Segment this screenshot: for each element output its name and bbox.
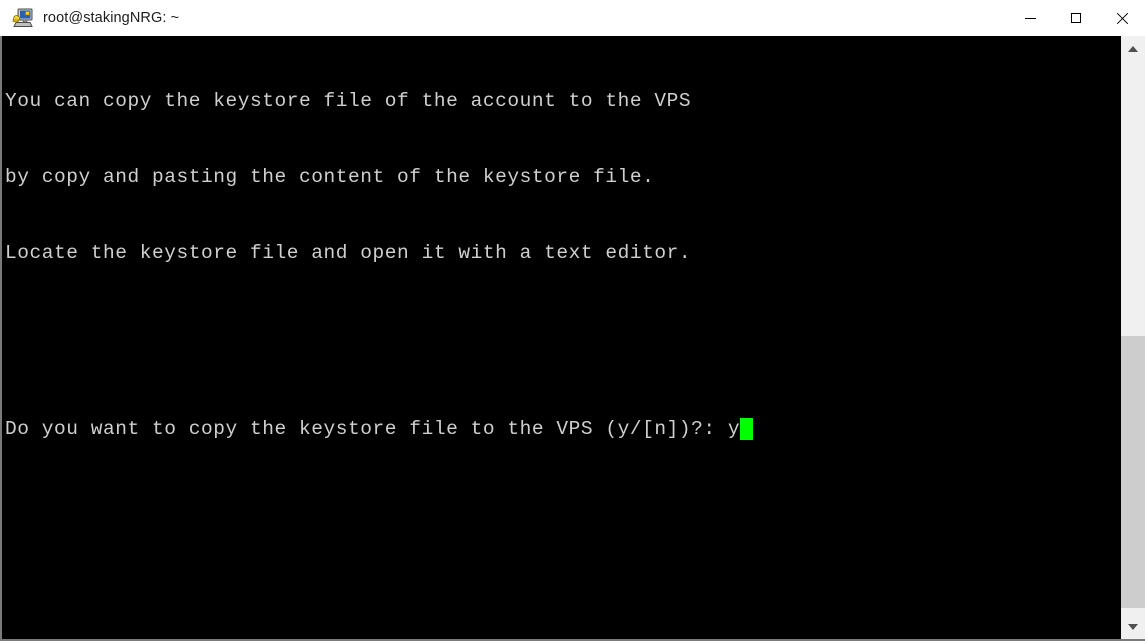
close-button[interactable]: [1099, 0, 1145, 36]
scroll-down-button[interactable]: [1121, 614, 1145, 639]
window-title: root@stakingNRG: ~: [43, 9, 180, 26]
vertical-scrollbar[interactable]: [1120, 36, 1145, 639]
terminal-screen[interactable]: You can copy the keystore file of the ac…: [2, 36, 1120, 639]
close-icon: [1116, 12, 1128, 24]
chevron-down-icon: [1128, 623, 1138, 630]
scroll-up-button[interactable]: [1121, 36, 1145, 61]
terminal-body: You can copy the keystore file of the ac…: [0, 36, 1145, 641]
chevron-up-icon: [1128, 45, 1138, 52]
maximize-icon: [1071, 13, 1081, 23]
terminal-output: You can copy the keystore file of the ac…: [4, 38, 1120, 493]
scrollbar-track[interactable]: [1121, 61, 1145, 614]
prompt-typed-input: y: [727, 417, 741, 440]
terminal-prompt-line: Do you want to copy the keystore file to…: [5, 417, 1120, 442]
block-cursor: [740, 417, 754, 440]
prompt-question: Do you want to copy the keystore file to…: [5, 417, 728, 440]
terminal-line: by copy and pasting the content of the k…: [5, 166, 655, 188]
putty-terminal-window: root@stakingNRG: ~ You can copy the keys…: [0, 0, 1145, 641]
putty-terminal-icon: [12, 8, 34, 28]
window-controls: [1007, 0, 1145, 36]
titlebar[interactable]: root@stakingNRG: ~: [0, 0, 1145, 36]
scrollbar-thumb[interactable]: [1121, 336, 1145, 608]
terminal-line: Locate the keystore file and open it wit…: [5, 241, 692, 264]
terminal-line: You can copy the keystore file of the ac…: [5, 90, 692, 113]
minimize-button[interactable]: [1007, 0, 1053, 36]
maximize-button[interactable]: [1053, 0, 1099, 36]
minimize-icon: [1024, 17, 1036, 19]
